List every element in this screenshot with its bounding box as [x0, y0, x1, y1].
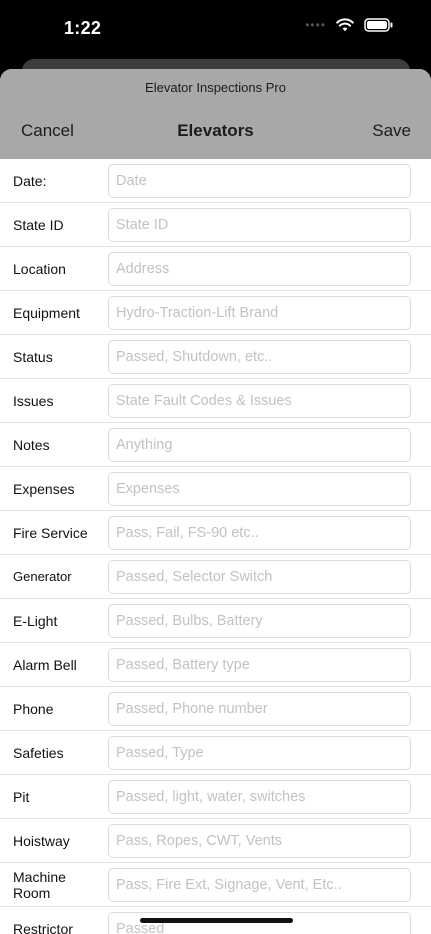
form-row-expenses: Expenses: [0, 467, 431, 511]
field-label-phone: Phone: [13, 701, 54, 717]
field-label-expenses: Expenses: [13, 481, 75, 497]
field-label-alarm-bell: Alarm Bell: [13, 657, 77, 673]
form-row-equipment: Equipment: [0, 291, 431, 335]
field-label-generator: Generator: [13, 569, 72, 584]
e-light-input[interactable]: [108, 604, 411, 638]
field-label-notes: Notes: [13, 437, 50, 453]
form-row-location: Location: [0, 247, 431, 291]
form-row-safeties: Safeties: [0, 731, 431, 775]
fire-service-input[interactable]: [108, 516, 411, 550]
issues-input[interactable]: [108, 384, 411, 418]
signal-dots-icon: ••••: [305, 18, 326, 32]
form-row-e-light: E-Light: [0, 599, 431, 643]
modal-sheet: Elevator Inspections Pro Cancel Elevator…: [0, 69, 431, 934]
date-input[interactable]: [108, 164, 411, 198]
form-row-generator: Generator: [0, 555, 431, 599]
status-time: 1:22: [64, 18, 102, 38]
form-row-status: Status: [0, 335, 431, 379]
wifi-icon: [336, 18, 354, 32]
restrictor-input[interactable]: [108, 912, 411, 934]
navigation-bar: Elevator Inspections Pro Cancel Elevator…: [0, 69, 431, 159]
form-row-machine-room: Machine Room: [0, 863, 431, 907]
status-input[interactable]: [108, 340, 411, 374]
field-label-state-id: State ID: [13, 217, 64, 233]
form-row-pit: Pit: [0, 775, 431, 819]
form-row-fire-service: Fire Service: [0, 511, 431, 555]
alarm-bell-input[interactable]: [108, 648, 411, 682]
form-row-date: Date:: [0, 159, 431, 203]
pit-input[interactable]: [108, 780, 411, 814]
field-label-e-light: E-Light: [13, 613, 58, 629]
form-row-notes: Notes: [0, 423, 431, 467]
field-label-status: Status: [13, 349, 53, 365]
expenses-input[interactable]: [108, 472, 411, 506]
equipment-input[interactable]: [108, 296, 411, 330]
battery-icon: [364, 18, 393, 32]
elevator-form: Date: State ID Location Equipment Status Issu…: [0, 159, 431, 934]
field-label-safeties: Safeties: [13, 745, 64, 761]
field-label-equipment: Equipment: [13, 305, 80, 321]
form-row-issues: Issues: [0, 379, 431, 423]
field-label-date: Date:: [13, 173, 47, 189]
phone-input[interactable]: [108, 692, 411, 726]
machine-room-input[interactable]: [108, 868, 411, 902]
form-row-alarm-bell: Alarm Bell: [0, 643, 431, 687]
cancel-button[interactable]: Cancel: [21, 121, 74, 141]
field-label-location: Location: [13, 261, 66, 277]
generator-input[interactable]: [108, 560, 411, 594]
notes-input[interactable]: [108, 428, 411, 462]
field-label-pit: Pit: [13, 789, 30, 805]
save-button[interactable]: Save: [372, 121, 411, 141]
home-indicator[interactable]: [140, 918, 293, 923]
field-label-issues: Issues: [13, 393, 54, 409]
hoistway-input[interactable]: [108, 824, 411, 858]
field-label-fire-service: Fire Service: [13, 525, 88, 541]
safeties-input[interactable]: [108, 736, 411, 770]
field-label-machine-room: Machine Room: [13, 869, 66, 901]
field-label-restrictor: Restrictor: [13, 921, 73, 934]
form-row-hoistway: Hoistway: [0, 819, 431, 863]
form-row-phone: Phone: [0, 687, 431, 731]
state-id-input[interactable]: [108, 208, 411, 242]
status-icons: ••••: [305, 18, 393, 32]
field-label-hoistway: Hoistway: [13, 833, 70, 849]
status-bar: 1:22 ••••: [0, 0, 431, 60]
app-title: Elevator Inspections Pro: [145, 80, 286, 95]
form-row-state-id: State ID: [0, 203, 431, 247]
location-input[interactable]: [108, 252, 411, 286]
